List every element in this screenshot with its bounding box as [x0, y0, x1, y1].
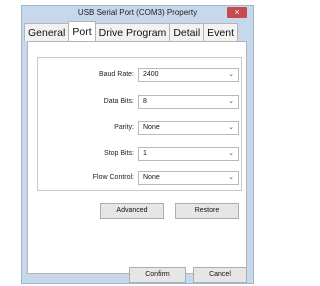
baud-rate-value: 2400 [143, 71, 159, 78]
parity-select[interactable]: None ⌄ [138, 121, 239, 135]
chevron-down-icon: ⌄ [228, 124, 234, 131]
baud-rate-label: Baud Rate: [98, 71, 134, 78]
window-title: USB Serial Port (COM3) Property [77, 8, 198, 17]
data-bits-select[interactable]: 8 ⌄ [138, 95, 239, 109]
data-bits-label: Data Bits: [103, 98, 134, 105]
properties-window: USB Serial Port (COM3) Property × Genera… [21, 5, 254, 284]
chevron-down-icon: ⌄ [228, 71, 234, 78]
advanced-button[interactable]: Advanced [100, 203, 164, 219]
stop-bits-row: Stop Bits: 1 ⌄ [38, 147, 241, 161]
data-bits-value: 8 [143, 98, 147, 105]
close-button[interactable]: × [227, 7, 247, 18]
flow-control-select[interactable]: None ⌄ [138, 171, 239, 185]
baud-rate-row: Baud Rate: 2400 ⌄ [38, 68, 241, 82]
flow-control-value: None [143, 174, 160, 181]
parity-label: Parity: [114, 124, 134, 131]
chevron-down-icon: ⌄ [228, 98, 234, 105]
chevron-down-icon: ⌄ [228, 174, 234, 181]
baud-rate-select[interactable]: 2400 ⌄ [138, 68, 239, 82]
tab-port[interactable]: Port [68, 21, 96, 41]
parity-row: Parity: None ⌄ [38, 121, 241, 135]
restore-button[interactable]: Restore [175, 203, 239, 219]
tab-drive-program[interactable]: Drive Program [94, 23, 171, 41]
tab-event[interactable]: Event [203, 23, 239, 41]
data-bits-row: Data Bits: 8 ⌄ [38, 95, 241, 109]
tab-general[interactable]: General [24, 23, 70, 41]
stop-bits-label: Stop Bits: [104, 150, 134, 157]
tab-bar: General Port Drive Program Detail Event [24, 21, 239, 41]
flow-control-row: Flow Control: None ⌄ [38, 171, 241, 185]
tab-detail[interactable]: Detail [169, 23, 205, 41]
cancel-button[interactable]: Cancel [193, 267, 247, 283]
flow-control-label: Flow Control: [92, 174, 134, 181]
confirm-button[interactable]: Confirm [129, 267, 186, 283]
stop-bits-value: 1 [143, 150, 147, 157]
stop-bits-select[interactable]: 1 ⌄ [138, 147, 239, 161]
parity-value: None [143, 124, 160, 131]
chevron-down-icon: ⌄ [228, 150, 234, 157]
port-settings-panel: Baud Rate: 2400 ⌄ Data Bits: 8 ⌄ Parity:… [27, 41, 247, 274]
port-settings-group: Baud Rate: 2400 ⌄ Data Bits: 8 ⌄ Parity:… [37, 57, 242, 191]
